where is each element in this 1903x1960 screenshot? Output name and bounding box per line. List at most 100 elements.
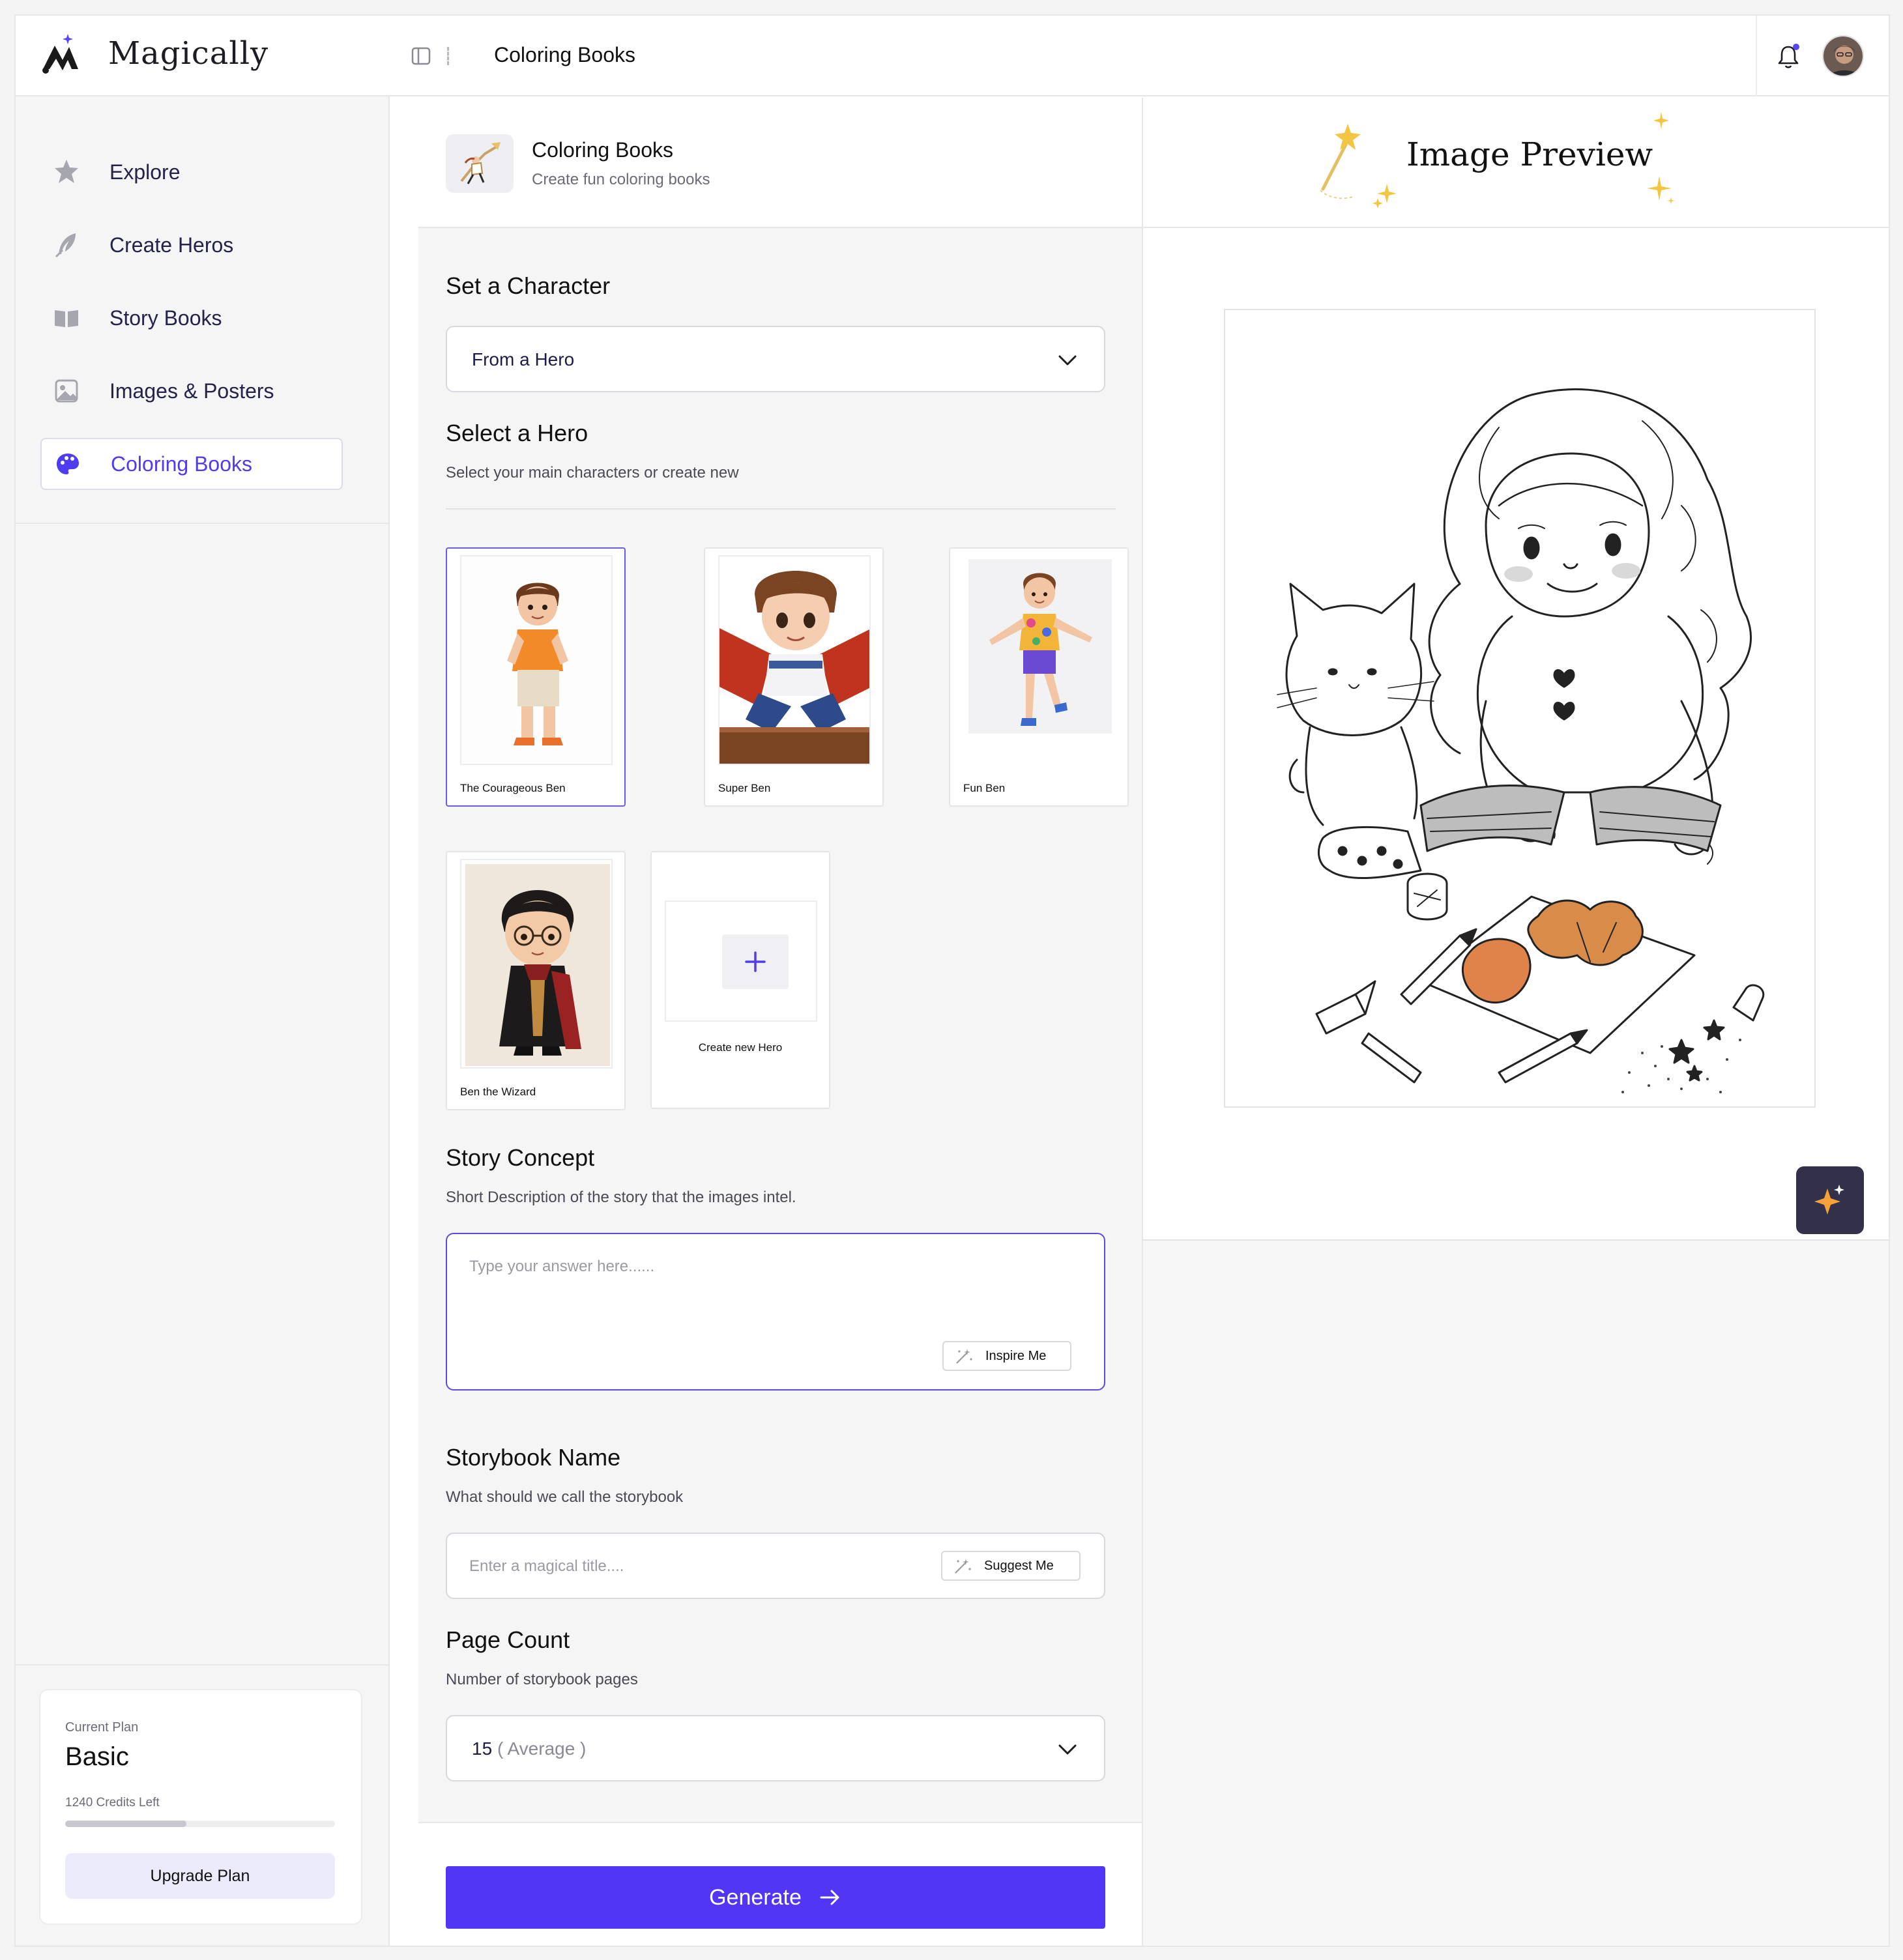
preview-title: Image Preview: [1406, 136, 1653, 173]
arrow-right-icon: [820, 1890, 839, 1905]
inspire-me-button[interactable]: Inspire Me: [942, 1341, 1071, 1371]
user-avatar[interactable]: [1822, 35, 1864, 77]
topbar-right-divider: [1756, 16, 1757, 96]
create-new-hero-label: Create new Hero: [698, 1041, 783, 1054]
suggest-me-label: Suggest Me: [984, 1558, 1054, 1573]
magically-logo-icon[interactable]: [39, 31, 86, 83]
generate-label: Generate: [709, 1884, 802, 1910]
palette-icon: [51, 447, 85, 481]
hero-section-divider: [446, 508, 1116, 510]
hero-card-courageous-ben[interactable]: The Courageous Ben: [446, 547, 626, 807]
hero-card-ben-the-wizard[interactable]: Ben the Wizard: [446, 851, 626, 1110]
hero-image: [460, 859, 613, 1069]
brand-name: Magically: [108, 35, 269, 72]
sparkle-icon: [1814, 1185, 1844, 1215]
credits-left: 1240 Credits Left: [65, 1796, 160, 1809]
chevron-down-icon: [1058, 1744, 1077, 1755]
magic-generate-button[interactable]: [1796, 1166, 1864, 1234]
suggest-me-button[interactable]: Suggest Me: [941, 1551, 1081, 1581]
storybook-name-input[interactable]: Enter a magical title.... Suggest Me: [446, 1533, 1105, 1599]
create-hero-box: [665, 901, 817, 1022]
form-panel: Coloring Books Create fun coloring books…: [418, 98, 1142, 1946]
inspire-me-label: Inspire Me: [985, 1348, 1047, 1363]
preview-panel: Image Preview: [1142, 98, 1889, 1946]
select-hero-subtitle: Select your main characters or create ne…: [446, 464, 739, 482]
plan-caption: Current Plan: [65, 1720, 139, 1735]
sidebar-item-coloring-books[interactable]: Coloring Books: [40, 438, 343, 490]
sidebar-item-label: Coloring Books: [111, 452, 252, 476]
app-window: Magically Explore Create Heros Story Boo…: [14, 14, 1890, 1947]
select-hero-title: Select a Hero: [446, 420, 588, 446]
hero-image: [460, 555, 613, 765]
preview-header: Image Preview: [1143, 98, 1889, 228]
character-source-value: From a Hero: [472, 349, 575, 369]
story-concept-title: Story Concept: [446, 1144, 595, 1171]
plan-name: Basic: [65, 1742, 129, 1771]
story-concept-textarea[interactable]: Type your answer here...... Inspire Me: [446, 1233, 1105, 1391]
magic-wand-sparkle-icon: [1320, 124, 1397, 209]
sidebar-item-label: Create Heros: [109, 233, 234, 257]
plan-section: Current Plan Basic 1240 Credits Left Upg…: [16, 1664, 390, 1946]
book-icon: [50, 301, 83, 335]
sidebar-item-create-heros[interactable]: Create Heros: [40, 219, 343, 271]
sidebar-item-label: Images & Posters: [109, 379, 274, 403]
sidebar: Magically Explore Create Heros Story Boo…: [16, 16, 390, 1946]
sidebar-nav: Explore Create Heros Story Books Images …: [40, 146, 343, 511]
sidebar-item-explore[interactable]: Explore: [40, 146, 343, 198]
sidebar-item-label: Story Books: [109, 306, 222, 330]
brand-header: Magically: [16, 16, 390, 96]
form-header-title: Coloring Books: [532, 138, 673, 162]
plan-card: Current Plan Basic 1240 Credits Left Upg…: [39, 1689, 362, 1925]
chevron-down-icon: [1058, 355, 1077, 366]
magic-wand-icon: [955, 1559, 971, 1574]
upgrade-plan-button[interactable]: Upgrade Plan: [65, 1853, 335, 1899]
story-concept-subtitle: Short Description of the story that the …: [446, 1189, 796, 1206]
preview-empty-area: [1143, 1241, 1889, 1946]
credits-progress-fill: [65, 1821, 187, 1827]
create-new-hero-card[interactable]: Create new Hero: [650, 851, 830, 1109]
hero-card-super-ben[interactable]: Super Ben: [704, 547, 884, 807]
hero-image: [963, 555, 1116, 765]
page-count-title: Page Count: [446, 1626, 570, 1653]
hero-card-name: Super Ben: [718, 782, 771, 794]
image-icon: [50, 374, 83, 408]
sparkle-icon: [1653, 112, 1669, 129]
hero-card-fun-ben[interactable]: Fun Ben: [949, 547, 1129, 807]
generate-button[interactable]: Generate: [446, 1866, 1105, 1929]
page-count-value: 15 ( Average ): [472, 1738, 586, 1759]
form-header: Coloring Books Create fun coloring books: [418, 98, 1142, 228]
form-header-subtitle: Create fun coloring books: [532, 171, 710, 188]
hero-card-name: Ben the Wizard: [460, 1086, 536, 1098]
coloring-books-thumbnail: [446, 134, 514, 193]
plus-icon: [722, 934, 789, 989]
character-source-select[interactable]: From a Hero: [446, 326, 1105, 392]
page-count-subtitle: Number of storybook pages: [446, 1671, 638, 1688]
storybook-name-title: Storybook Name: [446, 1444, 621, 1471]
notification-bell-icon[interactable]: [1775, 42, 1801, 70]
credits-progress-bar: [65, 1821, 335, 1827]
page-title: Coloring Books: [494, 43, 635, 66]
page-count-number: 15: [472, 1738, 493, 1759]
star-badge-icon: [50, 155, 83, 189]
storybook-name-subtitle: What should we call the storybook: [446, 1488, 684, 1506]
story-concept-placeholder: Type your answer here......: [469, 1258, 655, 1275]
sidebar-item-story-books[interactable]: Story Books: [40, 292, 343, 344]
magic-wand-icon: [956, 1349, 972, 1364]
sidebar-toggle-icon[interactable]: [411, 46, 431, 66]
sparkle-icon: [1647, 176, 1675, 205]
generate-area: Generate: [418, 1822, 1142, 1946]
hero-card-name: The Courageous Ben: [460, 782, 566, 794]
hero-image: [718, 555, 871, 765]
page-count-select[interactable]: 15 ( Average ): [446, 1715, 1105, 1781]
topbar: Coloring Books: [390, 16, 1889, 96]
page-count-qualifier: ( Average ): [497, 1738, 587, 1759]
preview-image: [1224, 309, 1816, 1108]
sidebar-divider: [16, 523, 390, 524]
topbar-divider: [447, 47, 449, 65]
sidebar-item-images-posters[interactable]: Images & Posters: [40, 365, 343, 417]
hero-card-name: Fun Ben: [963, 782, 1006, 794]
set-character-title: Set a Character: [446, 272, 611, 299]
storybook-name-placeholder: Enter a magical title....: [469, 1557, 624, 1575]
feather-icon: [50, 228, 83, 262]
sidebar-item-label: Explore: [109, 160, 181, 184]
